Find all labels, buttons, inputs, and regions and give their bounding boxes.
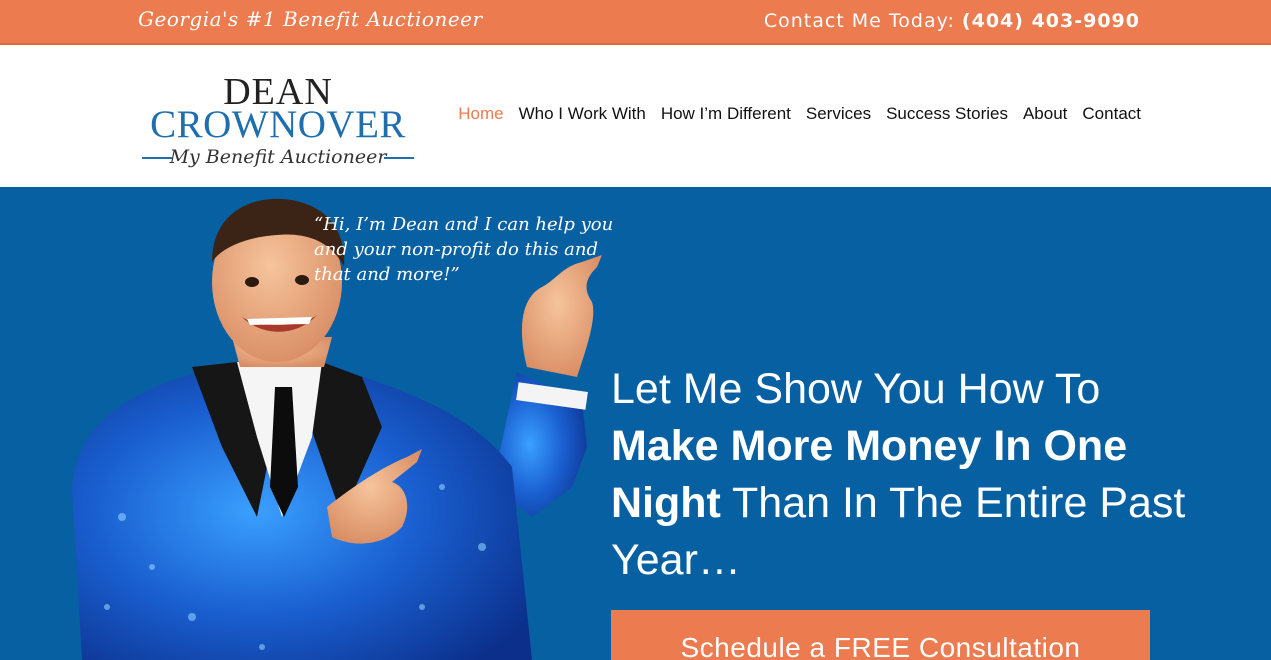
speech-line-3: that and more!” xyxy=(314,264,460,285)
logo[interactable]: DEAN CROWNOVER My Benefit Auctioneer xyxy=(136,73,420,171)
top-bar: Georgia's #1 Benefit Auctioneer Contact … xyxy=(0,0,1271,45)
site-header: DEAN CROWNOVER My Benefit Auctioneer Hom… xyxy=(0,45,1271,187)
contact-phone[interactable]: Contact Me Today: (404) 403-9090 xyxy=(764,10,1140,32)
logo-subtitle-row: My Benefit Auctioneer xyxy=(136,145,420,169)
phone-number[interactable]: (404) 403-9090 xyxy=(962,10,1140,32)
schedule-consultation-button[interactable]: Schedule a FREE Consultation xyxy=(611,610,1150,660)
hero-headline: Let Me Show You How To Make More Money I… xyxy=(611,361,1211,589)
nav-contact[interactable]: Contact xyxy=(1082,104,1141,124)
nav-services[interactable]: Services xyxy=(806,104,871,124)
nav-who-i-work-with[interactable]: Who I Work With xyxy=(519,104,646,124)
hero-section: “Hi, I’m Dean and I can help you and you… xyxy=(0,187,1271,660)
logo-subtitle: My Benefit Auctioneer xyxy=(169,146,387,168)
logo-last-name: CROWNOVER xyxy=(150,103,406,146)
nav-how-im-different[interactable]: How I’m Different xyxy=(661,104,791,124)
speech-line-1: “Hi, I’m Dean and I can help you xyxy=(314,214,614,235)
headline-part-1: Let Me Show You How To xyxy=(611,365,1101,413)
main-nav: Home Who I Work With How I’m Different S… xyxy=(443,104,1141,124)
speech-line-2: and your non-profit do this and xyxy=(314,239,598,260)
nav-home[interactable]: Home xyxy=(458,104,503,124)
logo-rule-right xyxy=(384,157,414,159)
nav-about[interactable]: About xyxy=(1023,104,1067,124)
tagline: Georgia's #1 Benefit Auctioneer xyxy=(138,7,483,31)
nav-success-stories[interactable]: Success Stories xyxy=(886,104,1008,124)
contact-label: Contact Me Today: xyxy=(763,10,955,32)
speech-bubble: “Hi, I’m Dean and I can help you and you… xyxy=(314,212,614,287)
